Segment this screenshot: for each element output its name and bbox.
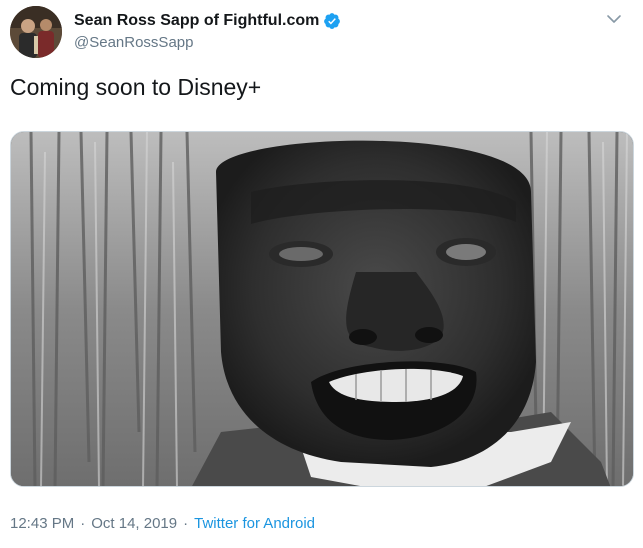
author-block: Sean Ross Sapp of Fightful.com @SeanRoss… (74, 10, 341, 51)
tweet-source-link[interactable]: Twitter for Android (194, 515, 315, 532)
tweet-meta: 12:43 PM · Oct 14, 2019 · Twitter for Androi… (10, 515, 315, 532)
name-row: Sean Ross Sapp of Fightful.com (74, 10, 341, 32)
meta-separator: · (80, 515, 86, 532)
avatar[interactable] (10, 6, 62, 58)
chevron-down-icon[interactable] (605, 10, 623, 28)
display-name[interactable]: Sean Ross Sapp of Fightful.com (74, 12, 319, 30)
tweet-time[interactable]: 12:43 PM (10, 515, 74, 532)
handle[interactable]: @SeanRossSapp (74, 34, 341, 51)
verified-badge-icon (323, 12, 341, 30)
tweet-media[interactable] (10, 131, 634, 487)
meta-separator: · (183, 515, 189, 532)
tweet-date[interactable]: Oct 14, 2019 (91, 515, 177, 532)
tweet-card: Sean Ross Sapp of Fightful.com @SeanRoss… (0, 0, 643, 548)
tweet-text: Coming soon to Disney+ (10, 74, 262, 100)
